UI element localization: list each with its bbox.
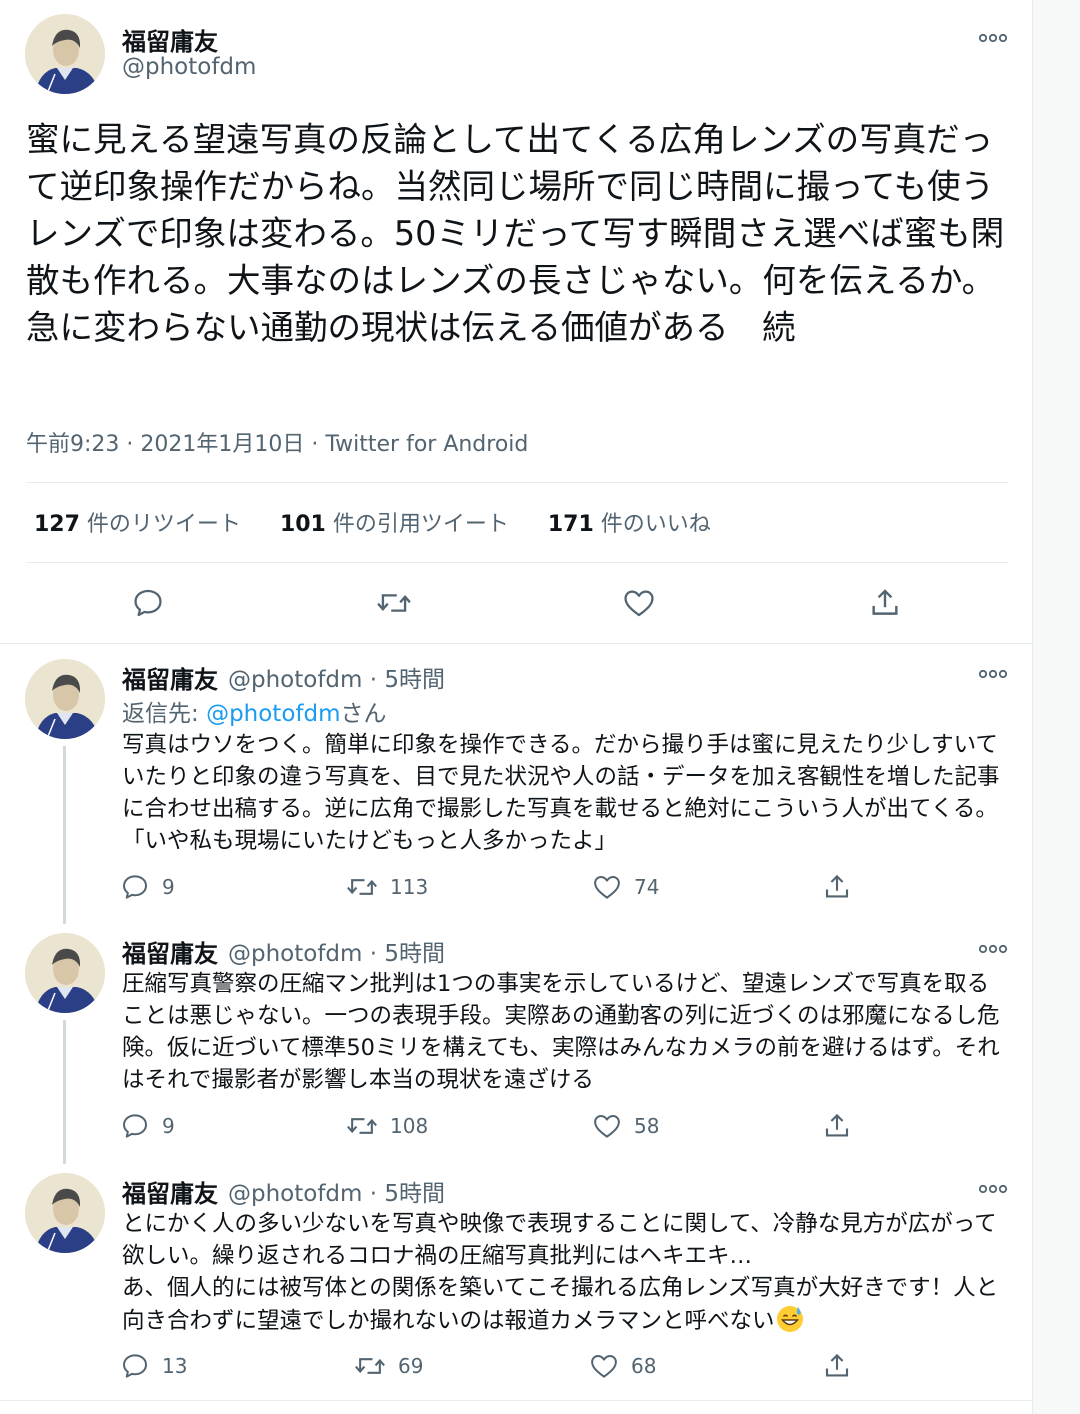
share-icon <box>825 1113 849 1137</box>
retweet-icon <box>347 1118 377 1134</box>
reply-count: 9 <box>162 875 175 899</box>
like-button[interactable]: 74 <box>592 872 659 902</box>
share-icon[interactable] <box>868 586 902 620</box>
likes-stat[interactable]: 171 件のいいね <box>548 512 711 537</box>
quotes-label: 件の引用ツイート <box>325 512 509 537</box>
author-handle[interactable]: @photofdm · 5時間 <box>228 1174 445 1208</box>
author-handle[interactable]: @photofdm · 5時間 <box>228 934 445 968</box>
like-count: 74 <box>634 875 660 899</box>
avatar[interactable] <box>25 1173 105 1253</box>
retweet-count: 113 <box>390 875 429 899</box>
tweet-text: 圧縮写真警察の圧縮マン批判は1つの事実を示しているけど、望遠レンズで写真を取るこ… <box>122 971 1000 1093</box>
divider <box>0 1400 1032 1401</box>
tweet-text-line: あ、個人的には被写体との関係を築いてこそ撮れる広角レンズ写真が大好きです！人と向… <box>122 1272 1002 1337</box>
thread-line <box>63 746 66 924</box>
tweet-timestamp[interactable]: 午前9:23 · 2021年1月10日 · Twitter for Androi… <box>26 426 528 458</box>
more-icon[interactable] <box>977 664 1009 684</box>
heart-icon <box>594 876 620 899</box>
reply-icon <box>123 1354 147 1378</box>
share-button[interactable] <box>822 1111 852 1141</box>
replying-to: 返信先: @photofdmさん <box>122 694 387 728</box>
more-icon[interactable] <box>977 28 1009 48</box>
grinning-sweat-emoji <box>776 1306 803 1332</box>
share-icon <box>825 1353 849 1377</box>
retweet-count: 69 <box>398 1354 424 1378</box>
tweet-text-line-content: あ、個人的には被写体との関係を築いてこそ撮れる広角レンズ写真が大好きです！人と向… <box>122 1275 999 1334</box>
author-name[interactable]: 福留庸友 <box>122 1174 218 1209</box>
heart-icon[interactable] <box>622 586 656 620</box>
like-count: 68 <box>631 1354 657 1378</box>
retweets-stat[interactable]: 127 件のリツイート <box>34 512 241 537</box>
author-name[interactable]: 福留庸友 <box>122 660 218 695</box>
avatar[interactable] <box>25 933 105 1013</box>
reply-count: 9 <box>162 1114 175 1138</box>
author-name[interactable]: 福留庸友 <box>122 22 218 57</box>
replying-suffix: さん <box>340 701 387 727</box>
thread-line <box>63 1020 66 1164</box>
heart-icon <box>591 1355 617 1378</box>
author-name[interactable]: 福留庸友 <box>122 934 218 969</box>
retweet-icon <box>347 879 377 895</box>
likes-label: 件のいいね <box>593 512 711 537</box>
author-handle[interactable]: @photofdm · 5時間 <box>228 660 445 694</box>
quotes-count: 101 <box>279 512 326 537</box>
tweet-stats: 127 件のリツイート 101 件の引用ツイート 171 件のいいね <box>34 506 743 538</box>
author-handle[interactable]: @photofdm <box>122 54 256 80</box>
like-button[interactable]: 68 <box>589 1351 656 1381</box>
avatar[interactable] <box>25 14 105 94</box>
reply-button[interactable]: 9 <box>120 1111 175 1141</box>
replying-to-link[interactable]: @photofdm <box>206 701 340 727</box>
retweets-count: 127 <box>34 512 80 537</box>
avatar[interactable] <box>25 659 105 739</box>
retweets-label: 件のリツイート <box>79 512 241 537</box>
tweet-text: とにかく人の多い少ないを写真や映像で表現することに関して、冷静な見方が広がって欲… <box>122 1208 1002 1337</box>
reply-count: 13 <box>162 1354 188 1378</box>
more-icon[interactable] <box>977 939 1009 959</box>
retweet-icon <box>355 1358 385 1374</box>
divider <box>26 482 1008 483</box>
side-panel-edge <box>1032 0 1080 1414</box>
like-button[interactable]: 58 <box>592 1111 659 1141</box>
likes-count: 171 <box>547 512 594 537</box>
tweet-text: 写真はウソをつく。簡単に印象を操作できる。だから撮り手は蜜に見えたり少しすいてい… <box>122 732 1000 854</box>
reply-icon <box>123 875 147 899</box>
divider <box>26 562 1008 563</box>
more-icon[interactable] <box>977 1179 1009 1199</box>
retweet-button[interactable]: 69 <box>354 1351 423 1381</box>
tweet-thread: 福留庸友 @photofdm 蜜に見える望遠写真の反論として出てくる広角レンズの… <box>0 0 1032 1414</box>
reply-button[interactable]: 9 <box>120 872 175 902</box>
replying-prefix: 返信先: <box>122 701 207 727</box>
share-button[interactable] <box>822 1351 852 1381</box>
retweet-count: 108 <box>390 1114 429 1138</box>
tweet-text: 蜜に見える望遠写真の反論として出てくる広角レンズの写真だって逆印象操作だからね。… <box>26 120 1005 347</box>
share-icon <box>825 874 849 898</box>
retweet-button[interactable]: 113 <box>346 872 428 902</box>
share-button[interactable] <box>822 872 852 902</box>
tweet-text-line: とにかく人の多い少ないを写真や映像で表現することに関して、冷静な見方が広がって欲… <box>122 1211 997 1269</box>
like-count: 58 <box>634 1114 660 1138</box>
retweet-icon[interactable] <box>376 586 412 620</box>
heart-icon <box>594 1115 620 1138</box>
retweet-button[interactable]: 108 <box>346 1111 428 1141</box>
reply-button[interactable]: 13 <box>120 1351 187 1381</box>
reply-icon <box>123 1114 147 1138</box>
quotes-stat[interactable]: 101 件の引用ツイート <box>280 512 509 537</box>
divider <box>0 643 1032 644</box>
reply-icon[interactable] <box>131 586 165 620</box>
